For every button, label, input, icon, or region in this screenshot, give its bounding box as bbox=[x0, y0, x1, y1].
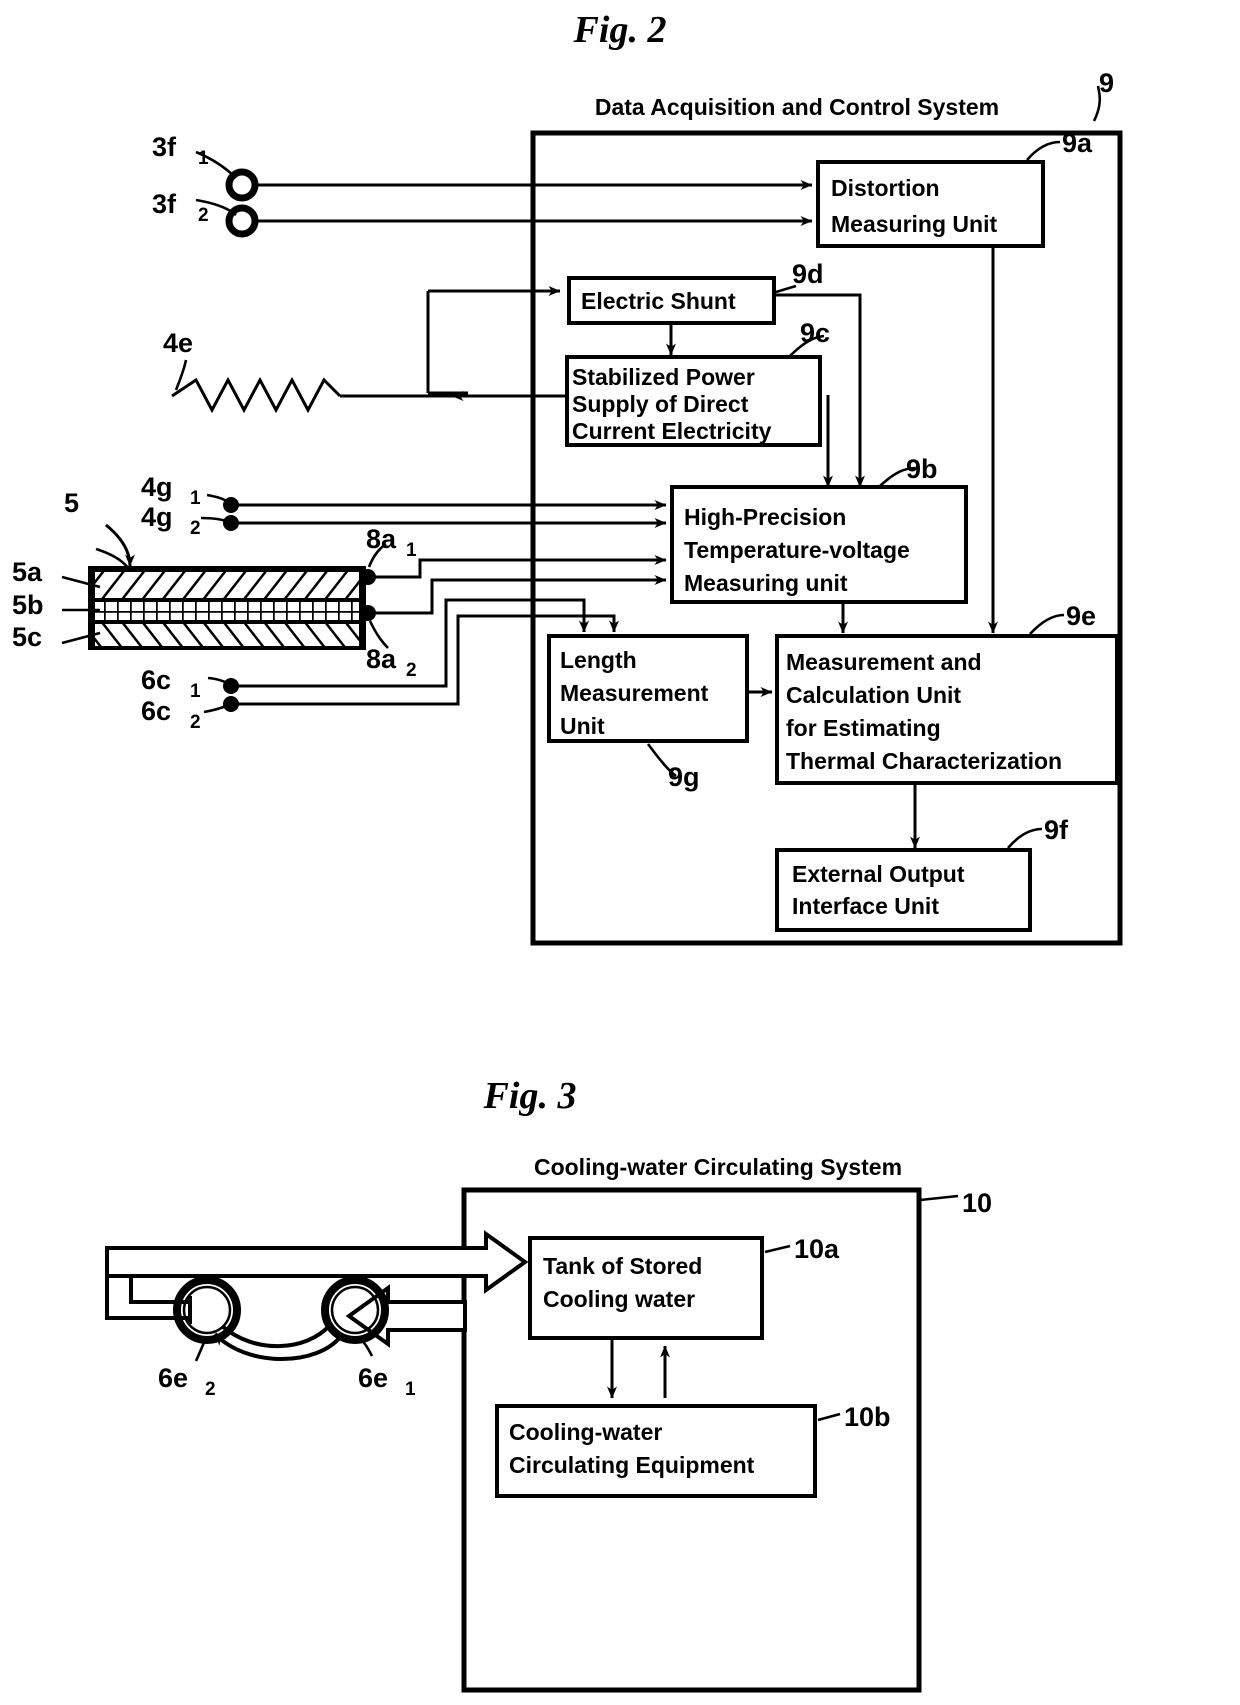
specimen-layer-5c bbox=[95, 624, 359, 646]
fig3-system-title: Cooling-water Circulating System bbox=[534, 1154, 902, 1180]
box-9c-line-0: Stabilized Power bbox=[572, 364, 755, 390]
ref-10b: 10b bbox=[844, 1402, 891, 1432]
ref-10: 10 bbox=[962, 1188, 992, 1218]
ref-9c: 9c bbox=[800, 318, 830, 348]
ref-3f1-base: 3f bbox=[152, 132, 177, 162]
fig3-title: Fig. 3 bbox=[483, 1075, 577, 1117]
fig2-system-title: Data Acquisition and Control System bbox=[595, 94, 999, 120]
box-9e-line-1: Calculation Unit bbox=[786, 682, 961, 708]
ref-6c1-base: 6c bbox=[141, 665, 171, 695]
box-10b-line-0: Cooling-water bbox=[509, 1419, 662, 1445]
fig2-title: Fig. 2 bbox=[573, 9, 667, 51]
ref-3f1-sub: 1 bbox=[198, 148, 209, 169]
box-9b-line-2: Measuring unit bbox=[684, 570, 848, 596]
ref-8a2-base: 8a bbox=[366, 644, 397, 674]
ref-10a: 10a bbox=[794, 1234, 840, 1264]
ref-4e: 4e bbox=[163, 328, 193, 358]
specimen-layer-5a bbox=[95, 572, 359, 598]
ref-3f2-base: 3f bbox=[152, 189, 177, 219]
box-9c-line-1: Supply of Direct bbox=[572, 391, 749, 417]
coupling-6e2-gap-mask bbox=[190, 1296, 207, 1324]
ref-8a1-sub: 1 bbox=[406, 540, 417, 561]
box-9g-line-2: Unit bbox=[560, 713, 605, 739]
box-9d-line-0: Electric Shunt bbox=[581, 288, 736, 314]
box-9b-line-1: Temperature-voltage bbox=[684, 537, 910, 563]
ref-3f2-sub: 2 bbox=[198, 205, 209, 226]
ref-5a: 5a bbox=[12, 557, 43, 587]
box-9f-line-1: Interface Unit bbox=[792, 893, 939, 919]
ref-6c1-sub: 1 bbox=[190, 681, 201, 702]
ref-9g: 9g bbox=[668, 762, 700, 792]
ref-9a: 9a bbox=[1062, 128, 1093, 158]
box-9a-line-0: Distortion bbox=[831, 175, 940, 201]
box-9f-line-0: External Output bbox=[792, 861, 965, 887]
box-9e-line-2: for Estimating bbox=[786, 715, 941, 741]
patent-figure-sheet: Fig. 2 Data Acquisition and Control Syst… bbox=[0, 0, 1240, 1705]
ref-4g1-base: 4g bbox=[141, 472, 173, 502]
ref-9f: 9f bbox=[1044, 815, 1069, 845]
box-9c-line-2: Current Electricity bbox=[572, 418, 772, 444]
ref-6c2-sub: 2 bbox=[190, 712, 201, 733]
box-9g-line-1: Measurement bbox=[560, 680, 709, 706]
figure-canvas: Fig. 2 Data Acquisition and Control Syst… bbox=[0, 0, 1240, 1705]
ref-6e2-base: 6e bbox=[158, 1363, 188, 1393]
ref-6e1-base: 6e bbox=[358, 1363, 388, 1393]
box-9e-line-3: Thermal Characterization bbox=[786, 748, 1062, 774]
ref-4g2-sub: 2 bbox=[190, 518, 201, 539]
box-9a-line-1: Measuring Unit bbox=[831, 211, 997, 237]
ref-9b: 9b bbox=[906, 454, 938, 484]
box-10b-line-1: Circulating Equipment bbox=[509, 1452, 755, 1478]
ref-8a1-base: 8a bbox=[366, 524, 397, 554]
ref-5b: 5b bbox=[12, 590, 44, 620]
ref-5c: 5c bbox=[12, 622, 42, 652]
ref-6c2-base: 6c bbox=[141, 696, 171, 726]
specimen-layer-5b bbox=[95, 602, 359, 620]
ref-9e: 9e bbox=[1066, 601, 1096, 631]
ref-6e1-sub: 1 bbox=[405, 1379, 416, 1400]
ref-4g2-base: 4g bbox=[141, 502, 173, 532]
ref-5: 5 bbox=[64, 488, 79, 518]
box-9e-line-0: Measurement and bbox=[786, 649, 982, 675]
box-10a-line-1: Cooling water bbox=[543, 1286, 695, 1312]
box-9b-line-0: High-Precision bbox=[684, 504, 846, 530]
ref-9: 9 bbox=[1099, 68, 1114, 98]
box-9g-line-0: Length bbox=[560, 647, 637, 673]
ref-8a2-sub: 2 bbox=[406, 660, 417, 681]
box-10a-line-0: Tank of Stored bbox=[543, 1253, 702, 1279]
ref-4g1-sub: 1 bbox=[190, 488, 201, 509]
ref-6e2-sub: 2 bbox=[205, 1379, 216, 1400]
ref-9d: 9d bbox=[792, 259, 824, 289]
